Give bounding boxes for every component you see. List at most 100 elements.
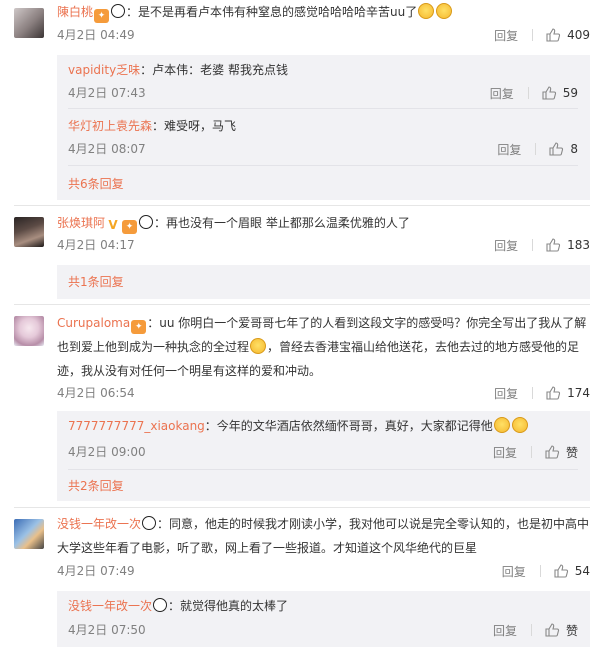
reply-date: 4月2日 08:07 — [68, 142, 146, 156]
comment-date: 4月2日 04:49 — [57, 28, 135, 42]
comment-date: 4月2日 04:17 — [57, 238, 135, 252]
reply-text: vapidity乏味：卢本伟：老婆 帮我充点钱 — [68, 58, 578, 82]
divider — [14, 507, 590, 508]
crying-emoji-icon — [250, 338, 267, 354]
reply-username[interactable]: vapidity乏味 — [68, 63, 140, 77]
divider — [527, 87, 529, 99]
divider — [539, 565, 541, 577]
avatar[interactable] — [14, 217, 44, 247]
thumbs-up-icon[interactable] — [545, 27, 561, 43]
reply-body: ：就觉得他真的太棒了 — [168, 599, 289, 613]
reply-actions: 回复 59 — [490, 83, 578, 103]
reply-username[interactable]: 没钱一年改一次 — [68, 599, 152, 613]
comment-text: 陳白桃 ✦ ：是不是再看卢本伟有种窒息的感觉哈哈哈哈辛苦uu了 — [57, 0, 590, 24]
comment-actions: 回复 183 — [494, 235, 590, 255]
divider — [530, 624, 532, 636]
like-count: 174 — [567, 386, 590, 400]
divider — [532, 29, 534, 41]
panda-emoji-icon — [111, 4, 126, 18]
reply-date: 4月2日 07:50 — [68, 623, 146, 637]
reply-date: 4月2日 07:43 — [68, 86, 146, 100]
like-count: 59 — [562, 86, 578, 100]
comment-text: 张焕琪阿 V ✦ ：再也没有一个眉眼 举止都那么温柔优雅的人了 — [57, 211, 590, 235]
reply-body: ：卢本伟：老婆 帮我充点钱 — [140, 63, 288, 77]
comment-date: 4月2日 06:54 — [57, 386, 135, 400]
member-badge-icon: ✦ — [94, 9, 110, 23]
like-button-label[interactable]: 赞 — [566, 444, 578, 461]
thumbs-up-icon[interactable] — [545, 237, 561, 253]
reply-button[interactable]: 回复 — [502, 563, 526, 580]
thumbs-up-icon[interactable] — [553, 563, 569, 579]
comment-text: Curupaloma ✦ ：uu 你明白一个爱哥哥七年了的人看到这段文字的感受吗？你… — [57, 311, 590, 383]
like-count: 54 — [574, 564, 590, 578]
divider — [535, 143, 537, 155]
thumbs-up-icon[interactable] — [545, 385, 561, 401]
username[interactable]: 没钱一年改一次 — [57, 517, 141, 531]
reply-date: 4月2日 09:00 — [68, 445, 146, 459]
vip-v-icon: V — [108, 218, 118, 232]
reply-body: ：今年的文华酒店依然缅怀哥哥，真好，大家都记得他 — [204, 419, 493, 433]
more-replies-link[interactable]: 共2条回复 — [68, 478, 124, 494]
divider — [530, 446, 532, 458]
reply-button[interactable]: 回复 — [497, 141, 521, 158]
thumbs-up-icon[interactable] — [544, 622, 560, 638]
reply-button[interactable]: 回复 — [493, 444, 517, 461]
panda-emoji-icon — [139, 215, 154, 229]
comment-actions: 回复 174 — [494, 383, 590, 403]
comment-date: 4月2日 07:49 — [57, 564, 135, 578]
divider — [532, 239, 534, 251]
like-count: 183 — [567, 238, 590, 252]
divider — [68, 469, 578, 470]
like-button-label[interactable]: 赞 — [566, 622, 578, 639]
divider — [532, 387, 534, 399]
divider — [14, 304, 590, 305]
crying-emoji-icon — [511, 417, 528, 433]
laughing-emoji-icon — [436, 3, 453, 19]
member-badge-icon: ✦ — [131, 320, 147, 334]
reply-text: 华灯初上袁先森：难受呀，马飞 — [68, 114, 578, 138]
username[interactable]: 陳白桃 — [57, 5, 93, 19]
thumbs-up-icon[interactable] — [541, 85, 557, 101]
like-count: 409 — [567, 28, 590, 42]
avatar[interactable] — [14, 316, 44, 346]
reply-actions: 回复 赞 — [493, 620, 578, 640]
member-badge-icon: ✦ — [122, 220, 138, 234]
comment-body: ：是不是再看卢本伟有种窒息的感觉哈哈哈哈辛苦uu了 — [126, 5, 418, 19]
panda-emoji-icon — [153, 598, 168, 612]
reply-text: 7777777777_xiaokang：今年的文华酒店依然缅怀哥哥，真好，大家都… — [68, 414, 578, 438]
reply-body: ：难受呀，马飞 — [152, 119, 237, 133]
reply-thread: 没钱一年改一次 ：就觉得他真的太棒了 4月2日 07:50 回复 赞 — [57, 591, 590, 647]
reply-text: 没钱一年改一次 ：就觉得他真的太棒了 — [68, 594, 578, 618]
reply-actions: 回复 8 — [497, 139, 578, 159]
avatar[interactable] — [14, 8, 44, 38]
like-count: 8 — [570, 142, 578, 156]
more-replies-link[interactable]: 共1条回复 — [68, 274, 124, 290]
comment-actions: 回复 409 — [494, 25, 590, 45]
divider — [68, 108, 578, 109]
reply-button[interactable]: 回复 — [493, 622, 517, 639]
username[interactable]: 张焕琪阿 — [57, 216, 105, 230]
reply-button[interactable]: 回复 — [490, 85, 514, 102]
comment-text: 没钱一年改一次 ：同意，他走的时候我才刚读小学，我对他可以说是完全零认知的，也是初… — [57, 512, 590, 560]
divider — [14, 205, 590, 206]
username[interactable]: Curupaloma — [57, 316, 130, 330]
reply-thread: 共1条回复 — [57, 265, 590, 299]
reply-button[interactable]: 回复 — [494, 27, 518, 44]
reply-button[interactable]: 回复 — [494, 385, 518, 402]
thumbs-up-icon[interactable] — [548, 141, 564, 157]
reply-username[interactable]: 7777777777_xiaokang — [68, 419, 205, 433]
reply-username[interactable]: 华灯初上袁先森 — [68, 119, 152, 133]
comment-body: ：再也没有一个眉眼 举止都那么温柔优雅的人了 — [154, 216, 410, 230]
reply-actions: 回复 赞 — [493, 442, 578, 462]
avatar[interactable] — [14, 519, 44, 549]
panda-emoji-icon — [142, 516, 157, 530]
thumbs-up-icon[interactable] — [544, 444, 560, 460]
reply-thread: vapidity乏味：卢本伟：老婆 帮我充点钱 4月2日 07:43 回复 59… — [57, 55, 590, 200]
reply-button[interactable]: 回复 — [494, 237, 518, 254]
reply-thread: 7777777777_xiaokang：今年的文华酒店依然缅怀哥哥，真好，大家都… — [57, 411, 590, 501]
comment-actions: 回复 54 — [502, 561, 590, 581]
crying-emoji-icon — [493, 417, 510, 433]
divider — [68, 165, 578, 166]
more-replies-link[interactable]: 共6条回复 — [68, 176, 124, 192]
laughing-emoji-icon — [418, 3, 435, 19]
